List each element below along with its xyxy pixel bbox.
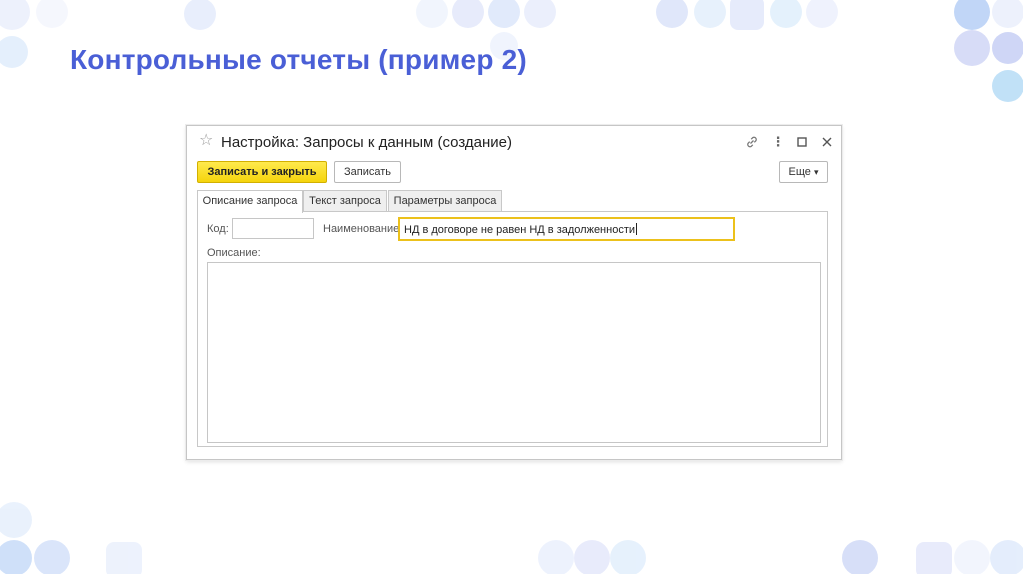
tab-panel-description: Код: Наименование: НД в договоре не раве… [197,211,828,447]
close-icon[interactable] [818,133,836,151]
tab-query-params[interactable]: Параметры запроса [388,190,502,212]
tab-description[interactable]: Описание запроса [197,190,303,213]
maximize-icon[interactable] [793,133,811,151]
more-button-label: Еще [788,166,811,178]
name-label: Наименование: [323,223,403,235]
more-vert-icon[interactable]: ⋮ [769,133,787,151]
window-title: Настройка: Запросы к данным (создание) [221,134,512,151]
window-titlebar: ☆ Настройка: Запросы к данным (создание)… [187,126,841,158]
code-input[interactable] [232,218,314,239]
code-label: Код: [207,223,229,235]
more-button[interactable]: Еще ▾ [779,161,828,183]
name-input-value: НД в договоре не равен НД в задолженност… [404,224,636,236]
link-icon[interactable] [743,133,761,151]
text-caret [636,223,638,235]
form-toolbar: Записать и закрыть Записать Еще ▾ [187,160,841,186]
save-and-close-button[interactable]: Записать и закрыть [197,161,327,183]
slide-title: Контрольные отчеты (пример 2) [70,44,527,75]
chevron-down-icon: ▾ [813,167,819,177]
description-textarea[interactable] [207,262,821,443]
description-label: Описание: [207,247,261,259]
name-input[interactable]: НД в договоре не равен НД в задолженност… [398,217,735,241]
save-button[interactable]: Записать [334,161,401,183]
form-window: ☆ Настройка: Запросы к данным (создание)… [186,125,842,460]
star-icon[interactable]: ☆ [199,132,213,150]
tab-query-text[interactable]: Текст запроса [303,190,387,212]
